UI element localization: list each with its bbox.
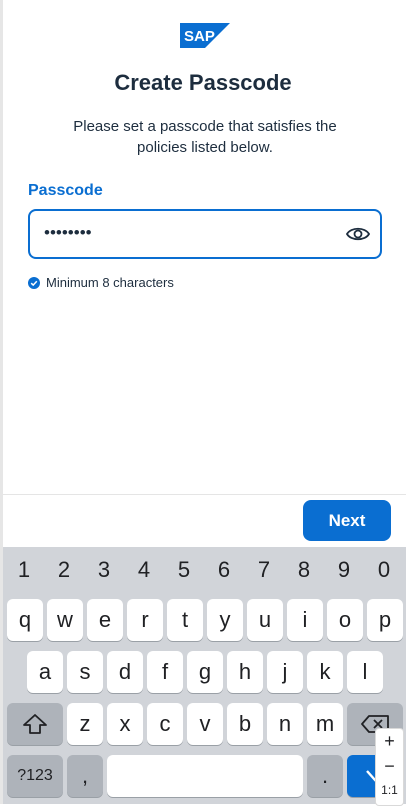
space-key[interactable] (107, 755, 303, 797)
policy-text: Minimum 8 characters (46, 275, 174, 290)
sap-logo-text: SAP (184, 28, 215, 45)
key-k[interactable]: k (307, 651, 343, 693)
onscreen-keyboard: 1 2 3 4 5 6 7 8 9 0 q w e r t y u i o p … (3, 547, 406, 804)
key-2[interactable]: 2 (44, 557, 84, 583)
key-e[interactable]: e (87, 599, 123, 641)
key-d[interactable]: d (107, 651, 143, 693)
footer-divider (3, 494, 406, 495)
key-3[interactable]: 3 (84, 557, 124, 583)
key-h[interactable]: h (227, 651, 263, 693)
shift-key[interactable] (7, 703, 63, 745)
number-row: 1 2 3 4 5 6 7 8 9 0 (3, 557, 406, 583)
comma-key[interactable]: , (67, 755, 103, 797)
key-w[interactable]: w (47, 599, 83, 641)
key-v[interactable]: v (187, 703, 223, 745)
policy-item: Minimum 8 characters (28, 275, 174, 290)
zoom-reset-button[interactable]: 1:1 (376, 783, 403, 797)
zoom-out-button[interactable]: − (376, 756, 403, 777)
key-l[interactable]: l (347, 651, 383, 693)
key-t[interactable]: t (167, 599, 203, 641)
page-subtitle: Please set a passcode that satisfies the… (73, 118, 337, 156)
check-circle-icon (28, 276, 40, 289)
key-z[interactable]: z (67, 703, 103, 745)
key-4[interactable]: 4 (124, 557, 164, 583)
key-m[interactable]: m (307, 703, 343, 745)
zoom-in-button[interactable]: + (376, 731, 403, 752)
key-g[interactable]: g (187, 651, 223, 693)
app-screen: SAP Create Passcode Please set a passcod… (0, 0, 406, 806)
key-c[interactable]: c (147, 703, 183, 745)
key-q[interactable]: q (7, 599, 43, 641)
key-b[interactable]: b (227, 703, 263, 745)
period-key[interactable]: . (307, 755, 343, 797)
key-f[interactable]: f (147, 651, 183, 693)
key-u[interactable]: u (247, 599, 283, 641)
key-o[interactable]: o (327, 599, 363, 641)
key-0[interactable]: 0 (364, 557, 404, 583)
passcode-label: Passcode (28, 182, 103, 199)
key-5[interactable]: 5 (164, 557, 204, 583)
key-s[interactable]: s (67, 651, 103, 693)
key-7[interactable]: 7 (244, 557, 284, 583)
key-x[interactable]: x (107, 703, 143, 745)
zoom-controls: + − 1:1 (375, 728, 404, 806)
next-button[interactable]: Next (303, 500, 391, 541)
passcode-field[interactable]: •••••••• (28, 209, 382, 259)
key-y[interactable]: y (207, 599, 243, 641)
key-8[interactable]: 8 (284, 557, 324, 583)
key-i[interactable]: i (287, 599, 323, 641)
shift-icon (23, 714, 47, 734)
sap-logo: SAP (180, 23, 230, 48)
page-title: Create Passcode (114, 70, 292, 95)
key-n[interactable]: n (267, 703, 303, 745)
eye-icon[interactable] (346, 223, 370, 245)
symbols-key[interactable]: ?123 (7, 755, 63, 797)
key-a[interactable]: a (27, 651, 63, 693)
key-j[interactable]: j (267, 651, 303, 693)
key-9[interactable]: 9 (324, 557, 364, 583)
key-1[interactable]: 1 (4, 557, 44, 583)
key-6[interactable]: 6 (204, 557, 244, 583)
passcode-value: •••••••• (44, 223, 92, 242)
key-r[interactable]: r (127, 599, 163, 641)
key-p[interactable]: p (367, 599, 403, 641)
